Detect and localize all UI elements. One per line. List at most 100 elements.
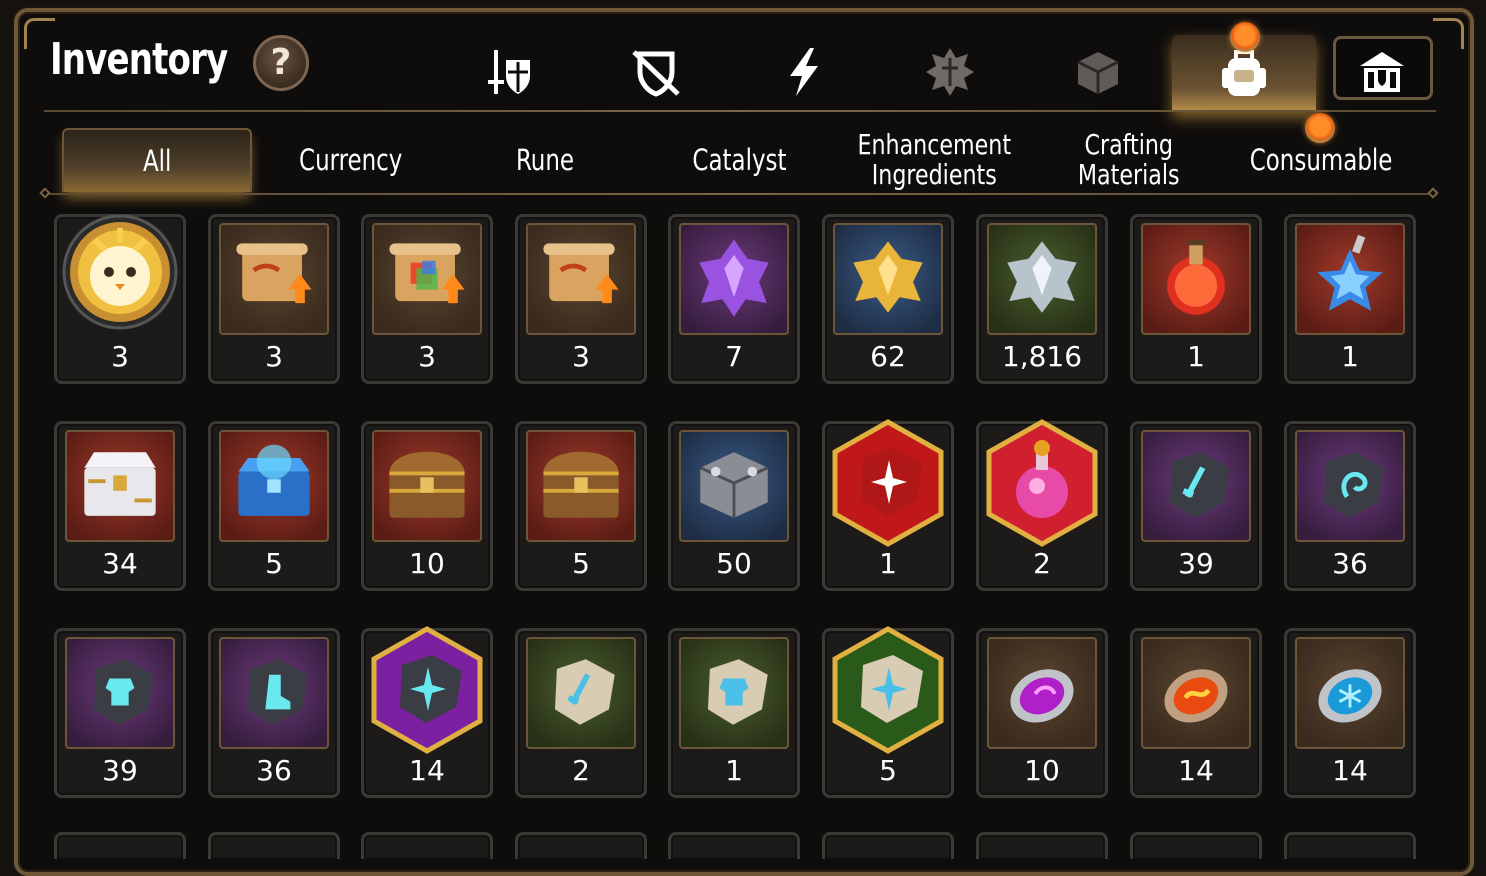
item-count: 2 — [1033, 547, 1051, 580]
inventory-slot[interactable]: 3 — [361, 214, 493, 384]
red-potion-icon — [1141, 223, 1251, 335]
castle-icon — [1360, 52, 1404, 92]
pink-potion-icon — [983, 418, 1101, 548]
lightning-icon — [790, 48, 818, 96]
category-tab-skill[interactable] — [772, 40, 836, 104]
inventory-slot[interactable]: 14 — [1130, 628, 1262, 798]
item-count: 2 — [572, 754, 590, 787]
item-count: 10 — [409, 547, 445, 580]
item-count: 14 — [1332, 754, 1368, 787]
item-count: 39 — [1178, 547, 1214, 580]
inventory-slot[interactable]: 1 — [822, 418, 954, 591]
inventory-slot[interactable]: 10 — [361, 421, 493, 591]
item-count: 3 — [111, 340, 129, 373]
inventory-slot[interactable]: 3 — [208, 214, 340, 384]
inventory-slot[interactable]: 5 — [822, 625, 954, 798]
castle-icon-wrap — [1350, 40, 1414, 104]
item-count: 10 — [1024, 754, 1060, 787]
inventory-slot[interactable]: 1 — [668, 628, 800, 798]
subtab-all[interactable]: All — [62, 128, 252, 192]
inventory-slot[interactable]: 34 — [54, 421, 186, 591]
gold-crystal-icon — [833, 223, 943, 335]
inventory-slot[interactable] — [668, 832, 800, 859]
inventory-slot[interactable]: 2 — [515, 628, 647, 798]
item-count: 62 — [870, 340, 906, 373]
item-count: 39 — [102, 754, 138, 787]
sword-shield-icon — [488, 50, 530, 94]
star-rune-tablet-icon — [829, 625, 947, 755]
silver-crystal-icon — [987, 223, 1097, 335]
inventory-slot[interactable]: 62 — [822, 214, 954, 384]
blue-chest-icon — [219, 430, 329, 542]
armor-rune-stone-icon — [65, 637, 175, 749]
inventory-slot[interactable] — [515, 832, 647, 859]
white-chest-icon — [65, 430, 175, 542]
subtab-divider — [46, 193, 1432, 195]
scroll-upgrade-icon — [526, 223, 636, 335]
silver-cube-icon — [679, 430, 789, 542]
category-tab-material[interactable] — [1066, 40, 1130, 104]
inventory-slot[interactable] — [1284, 832, 1416, 859]
inventory-slot[interactable] — [208, 832, 340, 859]
inventory-slot[interactable]: 3 — [54, 214, 186, 384]
inventory-slot[interactable]: 7 — [668, 214, 800, 384]
item-count: 1 — [725, 754, 743, 787]
help-button[interactable]: ? — [253, 35, 309, 91]
inventory-slot[interactable] — [976, 832, 1108, 859]
frame-corner — [1433, 18, 1464, 49]
inventory-slot[interactable] — [822, 832, 954, 859]
inventory-slot[interactable]: 5 — [208, 421, 340, 591]
subtab-currency[interactable]: Currency — [268, 128, 434, 192]
inventory-slot[interactable]: 39 — [54, 628, 186, 798]
subtab-enhancement-ingredients[interactable]: Enhancement Ingredients — [838, 128, 1030, 192]
swirl-rune-stone-icon — [1295, 430, 1405, 542]
item-count: 3 — [418, 340, 436, 373]
category-tab-artifact[interactable] — [624, 40, 688, 104]
ice-gem-icon — [1295, 637, 1405, 749]
inventory-slot[interactable]: 1,816 — [976, 214, 1108, 384]
inventory-slot[interactable]: 1 — [1284, 214, 1416, 384]
inventory-slot[interactable] — [54, 832, 186, 859]
item-count: 36 — [256, 754, 292, 787]
item-count: 5 — [265, 547, 283, 580]
inventory-slot[interactable]: 3 — [515, 214, 647, 384]
inventory-slot[interactable]: 14 — [1284, 628, 1416, 798]
category-tab-gear[interactable] — [478, 40, 542, 104]
category-tab-rune[interactable] — [918, 40, 982, 104]
subtab-crafting-materials[interactable]: Crafting Materials — [1046, 128, 1212, 192]
fire-gem-icon — [1141, 637, 1251, 749]
sword-rune-stone-icon — [1141, 430, 1251, 542]
rainbow-scroll-upgrade-icon — [372, 223, 482, 335]
inventory-slot[interactable]: 2 — [976, 418, 1108, 591]
purple-crystal-icon — [679, 223, 789, 335]
header-divider — [44, 110, 1436, 112]
item-count: 7 — [725, 340, 743, 373]
chick-emblem-icon — [61, 213, 179, 331]
item-count: 1 — [879, 547, 897, 580]
cracked-rune-icon — [926, 48, 974, 96]
inventory-slot[interactable]: 1 — [1130, 214, 1262, 384]
subtab-catalyst[interactable]: Catalyst — [656, 128, 822, 192]
armor-rune-tablet-icon — [679, 637, 789, 749]
inventory-slot[interactable]: 10 — [976, 628, 1108, 798]
item-count: 14 — [409, 754, 445, 787]
inventory-slot[interactable]: 36 — [1284, 421, 1416, 591]
inventory-slot[interactable] — [361, 832, 493, 859]
treasure-chest-icon — [372, 430, 482, 542]
inventory-slot[interactable]: 14 — [361, 626, 493, 798]
treasure-chest-icon — [526, 430, 636, 542]
inventory-slot[interactable]: 50 — [668, 421, 800, 591]
inventory-slot[interactable]: 39 — [1130, 421, 1262, 591]
inventory-slot[interactable]: 36 — [208, 628, 340, 798]
item-count: 1 — [1341, 340, 1359, 373]
inventory-slot[interactable] — [1130, 832, 1262, 859]
sword-rune-tablet-icon — [526, 637, 636, 749]
subtab-rune[interactable]: Rune — [462, 128, 628, 192]
star-potion-icon — [1295, 223, 1405, 335]
cube-icon — [1077, 52, 1119, 94]
red-rune-stone-icon — [829, 418, 947, 548]
item-count: 1 — [1187, 340, 1205, 373]
item-count: 5 — [572, 547, 590, 580]
backpack-icon — [1222, 50, 1266, 96]
inventory-slot[interactable]: 5 — [515, 421, 647, 591]
